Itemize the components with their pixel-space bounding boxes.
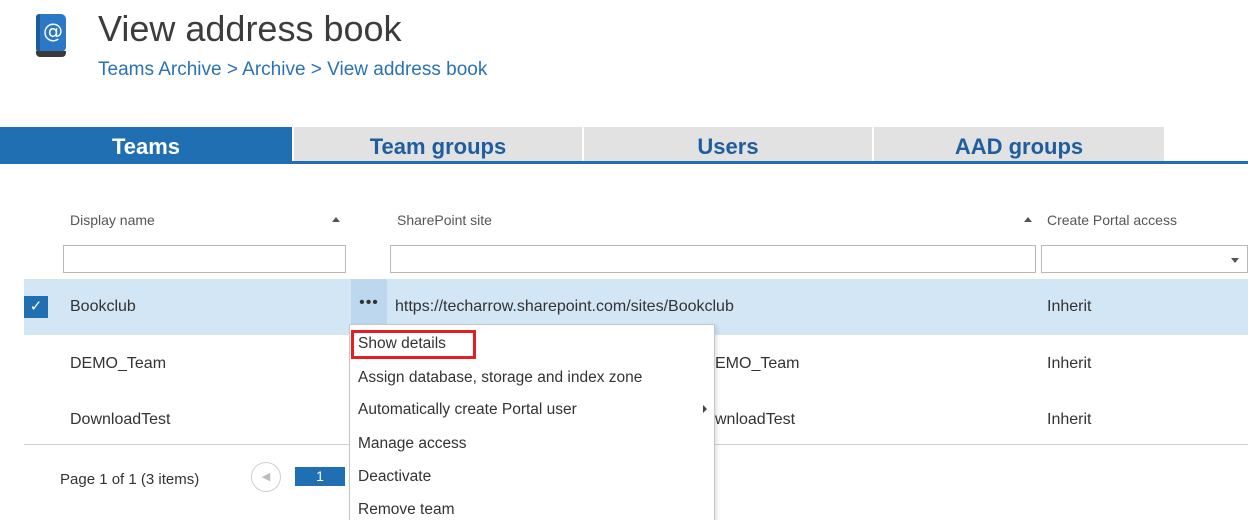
portal-access-cell: Inherit [1047,355,1092,372]
chevron-down-icon [1231,258,1239,263]
column-header-display-name[interactable]: Display name [70,212,155,228]
portal-access-cell: Inherit [1047,298,1092,315]
row-context-menu: Show details Assign database, storage an… [349,324,715,520]
tab-users[interactable]: Users [584,127,872,164]
display-name-cell: DEMO_Team [70,355,167,372]
menu-item-manage-access[interactable]: Manage access [358,435,467,453]
page-title: View address book [98,8,402,49]
tab-underline [0,161,1248,164]
sort-ascending-icon[interactable] [332,217,340,222]
column-header-create-portal-access[interactable]: Create Portal access [1047,212,1177,228]
menu-item-auto-create-portal-user[interactable]: Automatically create Portal user [358,401,577,419]
sharepoint-site-filter-input[interactable] [391,246,1035,272]
portal-access-filter-dropdown[interactable] [1041,245,1248,273]
previous-page-icon[interactable]: ◀ [251,462,281,492]
display-name-cell: DownloadTest [70,411,171,428]
sort-ascending-icon[interactable] [1024,217,1032,222]
display-name-filter[interactable] [63,245,346,273]
page-number-button[interactable]: 1 [295,467,345,486]
sharepoint-site-filter[interactable] [390,245,1036,273]
menu-item-show-details[interactable]: Show details [358,335,446,353]
breadcrumb[interactable]: Teams Archive > Archive > View address b… [98,59,487,81]
tab-teams[interactable]: Teams [0,127,292,164]
menu-item-remove-team[interactable]: Remove team [358,501,454,519]
tab-aad-groups[interactable]: AAD groups [874,127,1164,164]
address-book-icon: @ [36,14,66,57]
tab-bar: Teams Team groups Users AAD groups [0,127,1248,164]
tab-team-groups[interactable]: Team groups [294,127,582,164]
column-header-sharepoint-site[interactable]: SharePoint site [397,212,492,228]
pager-summary: Page 1 of 1 (3 items) [60,471,200,488]
display-name-cell: Bookclub [70,298,136,315]
menu-item-assign-database[interactable]: Assign database, storage and index zone [358,369,642,387]
checkmark-icon[interactable]: ✓ [24,296,48,318]
sharepoint-site-cell: EMO_Team [715,355,800,372]
submenu-arrow-icon [703,405,707,413]
display-name-filter-input[interactable] [64,246,345,272]
menu-item-deactivate[interactable]: Deactivate [358,468,431,486]
sharepoint-site-cell: wnloadTest [715,411,796,428]
portal-access-cell: Inherit [1047,411,1092,428]
